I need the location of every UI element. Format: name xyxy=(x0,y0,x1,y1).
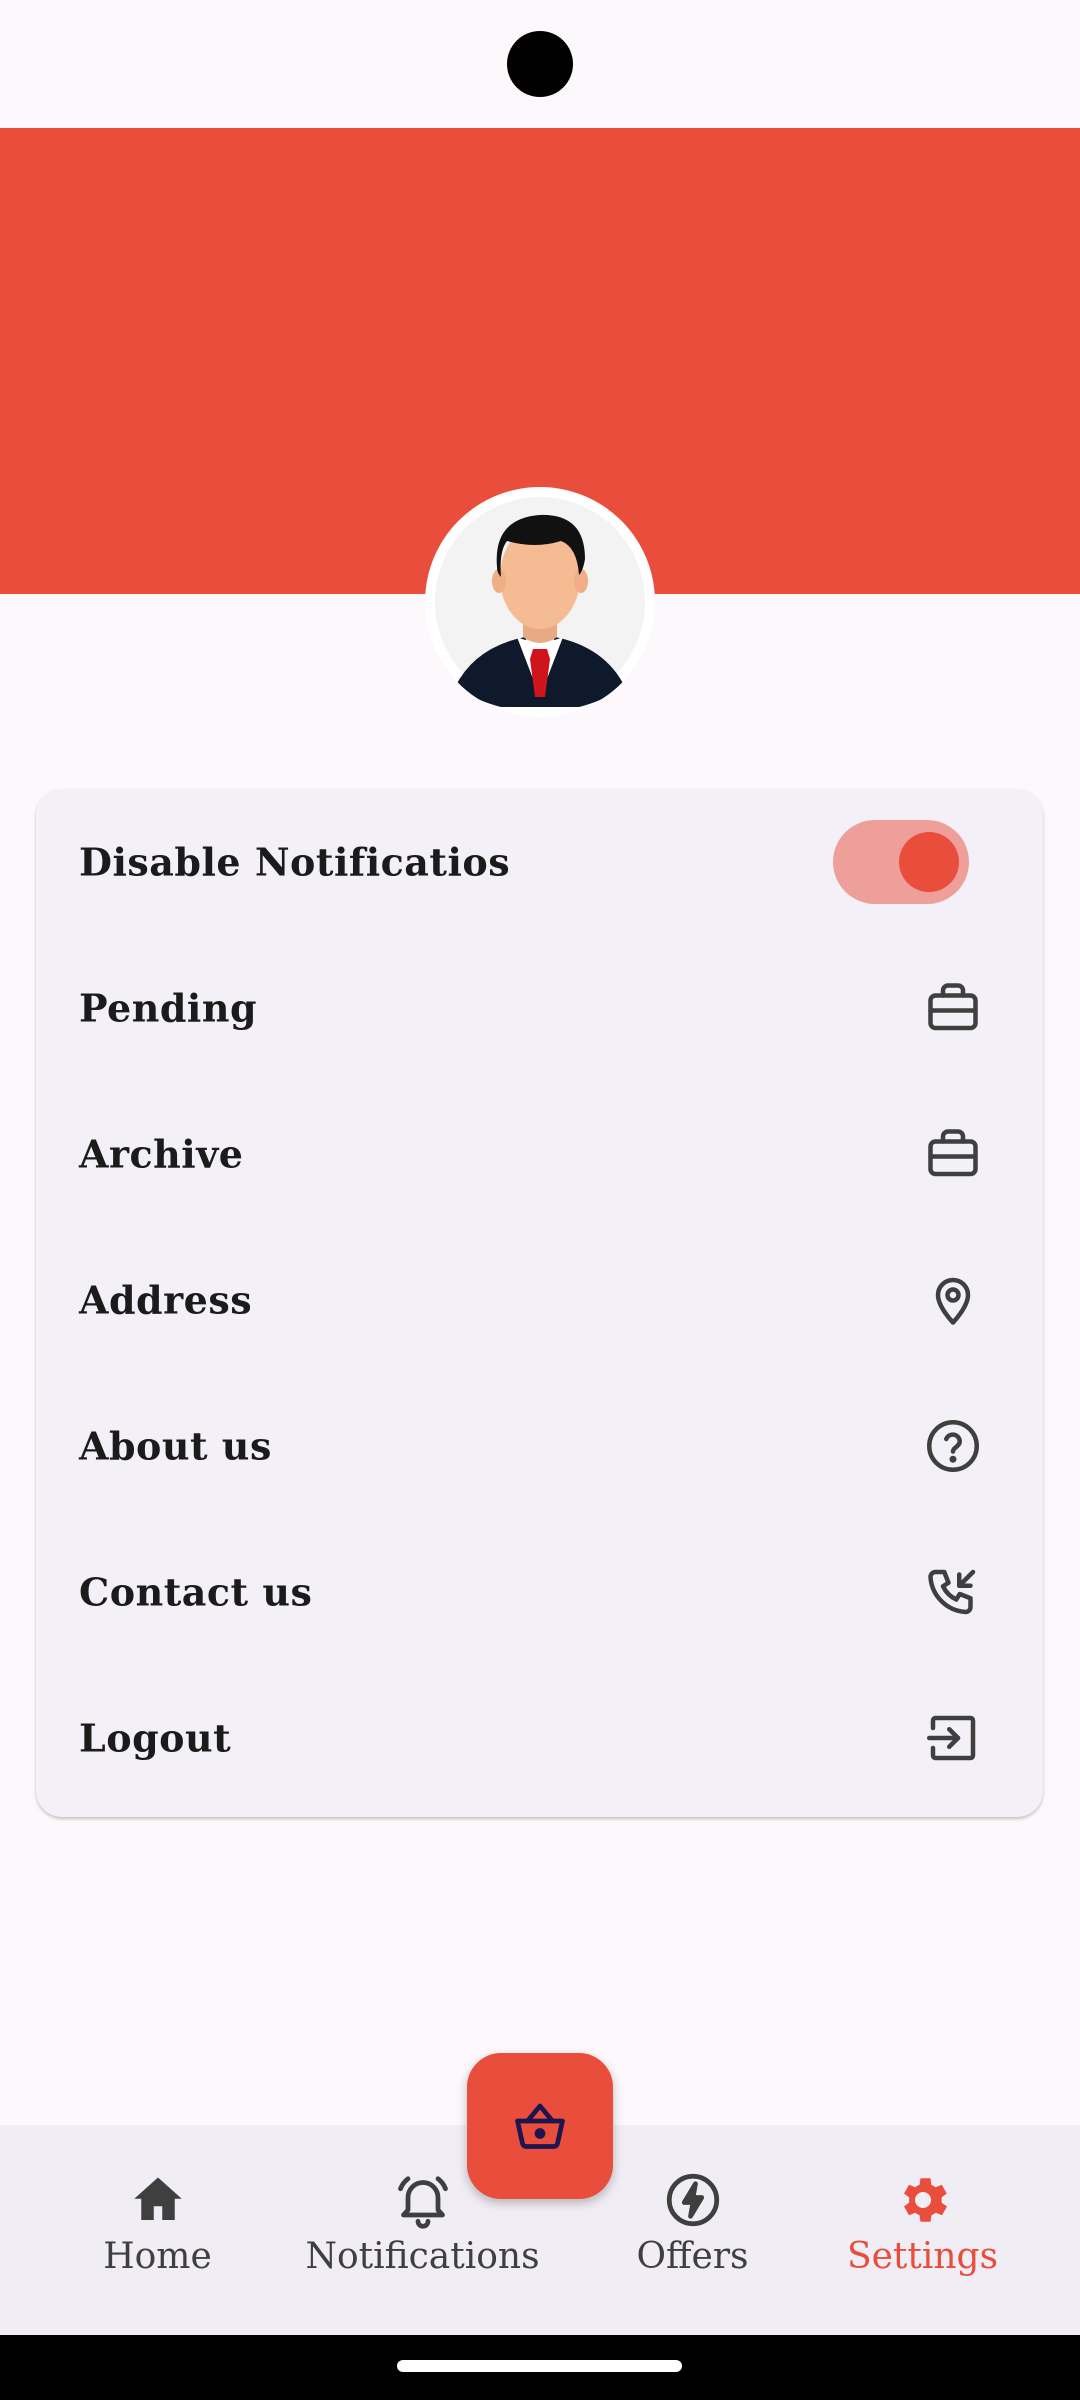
menu-item-label: Logout xyxy=(79,1715,232,1761)
lightning-icon xyxy=(663,2170,723,2230)
menu-item-address[interactable]: Address xyxy=(36,1227,1043,1373)
nav-item-settings[interactable]: Settings xyxy=(835,2170,1010,2300)
disable-notifications-toggle[interactable] xyxy=(833,820,969,904)
gesture-handle[interactable] xyxy=(397,2360,682,2372)
nav-label: Settings xyxy=(846,2236,999,2277)
menu-item-label: Contact us xyxy=(79,1569,313,1615)
location-pin-icon xyxy=(923,1270,983,1330)
help-circle-icon xyxy=(923,1416,983,1476)
menu-item-label: Disable Notificatios xyxy=(79,839,511,885)
basket-icon xyxy=(515,2103,565,2149)
nav-label: Offers xyxy=(636,2236,749,2277)
nav-item-offers[interactable]: Offers xyxy=(605,2170,780,2300)
businessman-avatar-icon xyxy=(435,497,645,707)
settings-menu-card: Disable Notificatios Pending Archive Add… xyxy=(36,789,1043,1817)
briefcase-icon xyxy=(923,1124,983,1184)
nav-item-home[interactable]: Home xyxy=(70,2170,245,2300)
avatar[interactable] xyxy=(425,487,655,717)
bell-icon xyxy=(393,2170,453,2230)
menu-item-label: About us xyxy=(79,1423,272,1469)
toggle-knob xyxy=(899,832,959,892)
briefcase-icon xyxy=(923,978,983,1038)
menu-item-logout[interactable]: Logout xyxy=(36,1665,1043,1811)
gear-icon xyxy=(893,2170,953,2230)
camera-cutout xyxy=(507,31,573,97)
nav-label: Notifications xyxy=(305,2236,540,2277)
phone-incoming-icon xyxy=(923,1562,983,1622)
menu-item-disable-notifications[interactable]: Disable Notificatios xyxy=(36,789,1043,935)
menu-item-pending[interactable]: Pending xyxy=(36,935,1043,1081)
menu-item-archive[interactable]: Archive xyxy=(36,1081,1043,1227)
home-icon xyxy=(128,2170,188,2230)
menu-item-contact-us[interactable]: Contact us xyxy=(36,1519,1043,1665)
nav-item-notifications[interactable]: Notifications xyxy=(300,2170,545,2300)
menu-item-label: Address xyxy=(79,1277,253,1323)
status-bar xyxy=(0,0,1080,128)
menu-item-about-us[interactable]: About us xyxy=(36,1373,1043,1519)
nav-label: Home xyxy=(103,2236,212,2277)
logout-icon xyxy=(923,1708,983,1768)
menu-item-label: Archive xyxy=(79,1131,244,1177)
menu-item-label: Pending xyxy=(79,985,258,1031)
